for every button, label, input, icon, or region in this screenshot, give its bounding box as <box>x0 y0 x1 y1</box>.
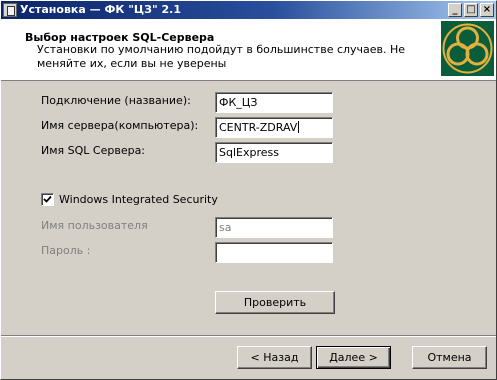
checkmark-icon <box>43 195 52 203</box>
installer-window: Установка — ФК "ЦЗ" 2.1 _ □ × Выбор наст… <box>0 0 497 380</box>
logo-rings-icon <box>442 23 493 74</box>
page-subtitle: Установки по умолчанию подойдут в больши… <box>37 43 406 70</box>
company-logo <box>441 21 494 76</box>
text-caret <box>298 121 300 133</box>
windows-integrated-security-checkbox[interactable] <box>41 193 54 206</box>
back-button[interactable]: < Назад <box>237 346 312 369</box>
username-label: Имя пользователя <box>41 219 148 232</box>
sql-server-label: Имя SQL Сервера: <box>41 144 146 157</box>
minimize-button[interactable]: _ <box>448 3 462 17</box>
windows-integrated-security-label[interactable]: Windows Integrated Security <box>59 193 218 206</box>
server-name-value: CENTR-ZDRAV <box>219 121 298 134</box>
window-controls: _ □ × <box>448 3 494 17</box>
title-bar[interactable]: Установка — ФК "ЦЗ" 2.1 _ □ × <box>1 1 496 19</box>
installer-app-icon <box>3 3 17 17</box>
password-field <box>215 242 333 263</box>
connection-name-field[interactable]: ФК_ЦЗ <box>215 92 333 113</box>
footer-divider <box>1 335 496 337</box>
window-title: Установка — ФК "ЦЗ" 2.1 <box>20 3 181 16</box>
username-field: sa <box>215 217 333 238</box>
server-name-label: Имя сервера(компьютера): <box>41 119 199 132</box>
maximize-button[interactable]: □ <box>464 3 478 17</box>
cancel-button[interactable]: Отмена <box>412 346 487 369</box>
server-name-field[interactable]: CENTR-ZDRAV <box>215 117 333 138</box>
sql-server-field[interactable]: SqlExpress <box>215 142 333 163</box>
close-button[interactable]: × <box>480 3 494 17</box>
password-label: Пароль : <box>41 244 91 257</box>
wizard-header: Выбор настроек SQL-Сервера Установки по … <box>1 19 496 81</box>
next-button[interactable]: Далее > <box>316 346 391 369</box>
check-connection-button[interactable]: Проверить <box>215 291 335 314</box>
connection-name-label: Подключение (название): <box>41 94 191 107</box>
